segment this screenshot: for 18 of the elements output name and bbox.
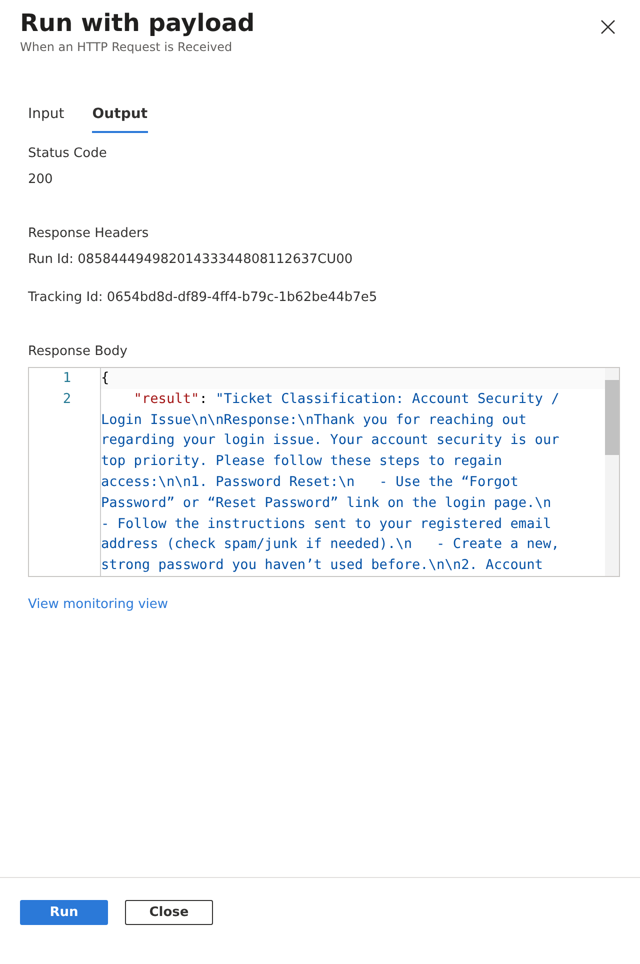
field-label: Status Code — [28, 145, 108, 163]
header-value: Tracking Id: 0654bd8d-df89-4ff4-b79c-1b62be44b7e5 — [28, 289, 378, 307]
run-button[interactable]: Run — [20, 900, 108, 925]
line-number: 1 — [62, 369, 72, 388]
field-label: Response Body — [28, 343, 128, 361]
header-value: Run Id: 08584449498201433344808112637CU00 — [28, 251, 354, 269]
close-icon — [600, 19, 616, 36]
field-value: 200 — [28, 171, 54, 189]
panel-subtitle: When an HTTP Request is Received — [20, 39, 234, 56]
line-number: 2 — [62, 390, 72, 409]
panel-title: Run with payload — [20, 8, 255, 38]
monitoring-link[interactable]: View monitoring view — [28, 595, 168, 614]
tab[interactable]: Input — [28, 100, 64, 133]
tab[interactable]: Output — [92, 100, 148, 133]
scrollbar[interactable] — [605, 368, 619, 576]
field-label: Response Headers — [28, 225, 150, 243]
close-button[interactable]: Close — [125, 900, 213, 925]
code-editor[interactable] — [28, 367, 620, 577]
